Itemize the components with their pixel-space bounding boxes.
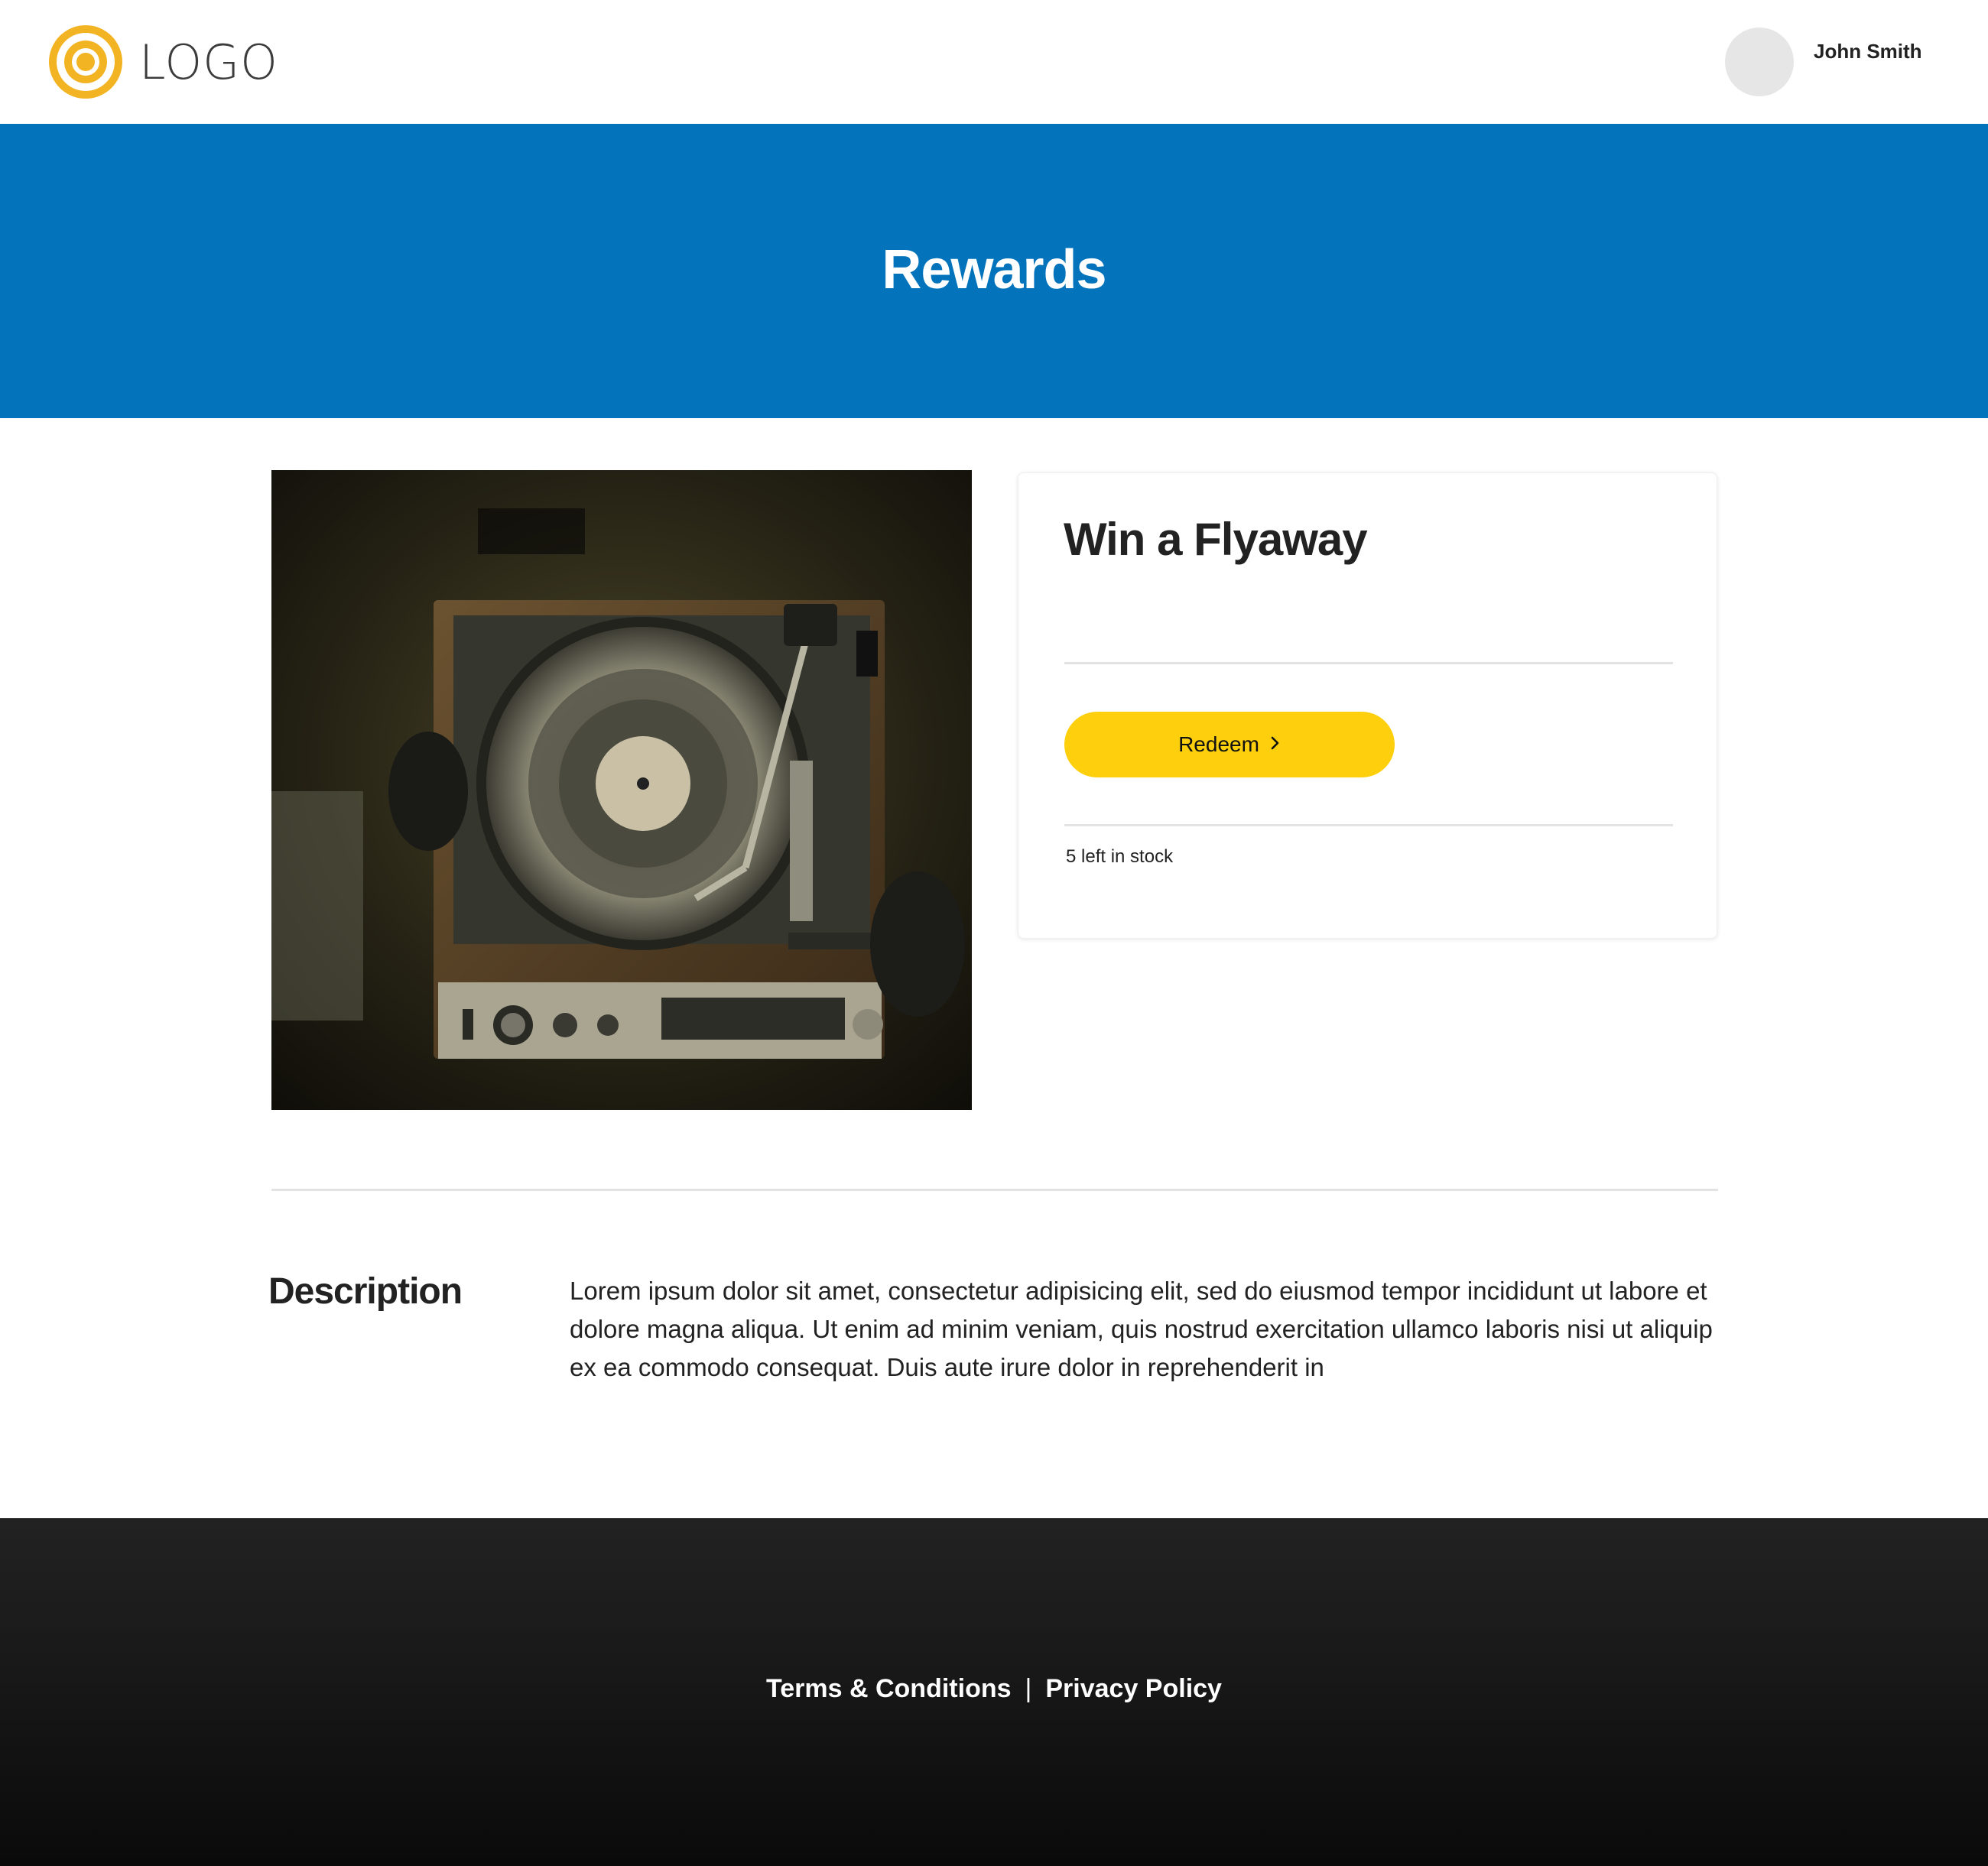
description-text: Lorem ipsum dolor sit amet, consectetur … <box>570 1277 1713 1381</box>
footer-separator: | <box>1025 1674 1032 1703</box>
site-header: LOGO John Smith <box>0 0 1988 124</box>
site-footer: Terms & Conditions | Privacy Policy <box>0 1518 1988 1866</box>
redeem-label: Redeem <box>1178 732 1259 756</box>
divider <box>1064 662 1673 664</box>
chevron-right-icon <box>1270 732 1281 756</box>
reward-title: Win a Flyaway <box>1064 514 1368 565</box>
section-divider <box>271 1189 1718 1191</box>
avatar[interactable] <box>1725 28 1794 96</box>
privacy-link[interactable]: Privacy Policy <box>1045 1674 1222 1704</box>
logo[interactable]: LOGO <box>49 25 278 99</box>
record-player-photo <box>271 470 972 1110</box>
page-title: Rewards <box>882 239 1106 300</box>
description-heading: Description <box>268 1271 463 1312</box>
user-name[interactable]: John Smith <box>1814 40 1922 63</box>
stock-status: 5 left in stock <box>1066 846 1174 867</box>
reward-card: Win a Flyaway Redeem 5 left in stock <box>1018 472 1717 939</box>
redeem-button[interactable]: Redeem <box>1064 712 1395 777</box>
logo-icon <box>49 25 122 99</box>
footer-links: Terms & Conditions | Privacy Policy <box>0 1518 1988 1866</box>
logo-text: LOGO <box>139 34 278 90</box>
product-image <box>271 470 972 1110</box>
terms-link[interactable]: Terms & Conditions <box>766 1674 1012 1704</box>
hero-banner: Rewards <box>0 124 1988 418</box>
divider <box>1064 824 1673 826</box>
